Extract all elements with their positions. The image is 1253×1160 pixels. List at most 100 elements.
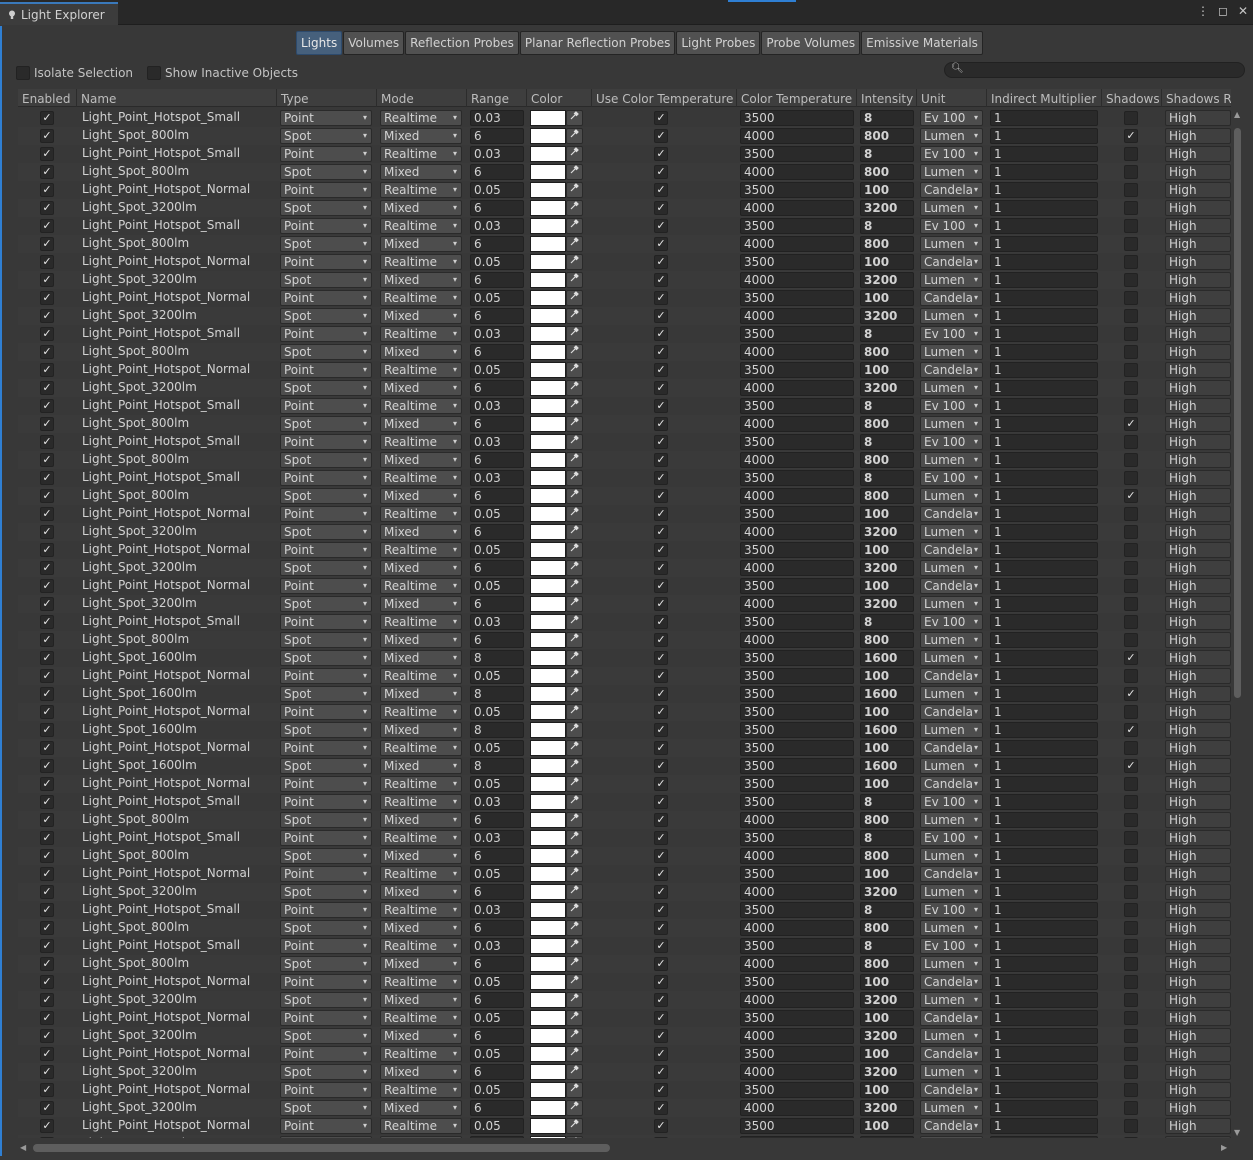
- horizontal-scroll-thumb[interactable]: [33, 1144, 610, 1152]
- shadow-resolution-dropdown[interactable]: High: [1165, 848, 1231, 864]
- unit-dropdown[interactable]: Candela ▾: [920, 1118, 983, 1134]
- unit-dropdown[interactable]: Ev 100 ▾: [920, 146, 983, 162]
- unit-dropdown[interactable]: Lumen ▾: [920, 920, 983, 936]
- table-row[interactable]: ✓ Light_Spot_3200lm Spot ▾ Mixed ▾ 6 ✓ 4000 3200 L…: [18, 1063, 1231, 1081]
- shadows-checkbox[interactable]: [1124, 633, 1138, 647]
- indirect-multiplier-field[interactable]: 1: [990, 308, 1098, 324]
- intensity-field[interactable]: 100: [860, 776, 914, 792]
- type-dropdown[interactable]: Point ▾: [280, 326, 372, 342]
- table-row[interactable]: ✓ Light_Spot_3200lm Spot ▾ Mixed ▾ 6 ✓ 4000 3200 L…: [18, 1135, 1231, 1138]
- shadows-checkbox[interactable]: [1124, 669, 1138, 683]
- eyedropper-icon[interactable]: [566, 128, 583, 144]
- unit-dropdown[interactable]: Lumen ▾: [920, 812, 983, 828]
- intensity-field[interactable]: 3200: [860, 524, 914, 540]
- eyedropper-icon[interactable]: [566, 326, 583, 342]
- type-dropdown[interactable]: Spot ▾: [280, 1028, 372, 1044]
- shadows-checkbox[interactable]: [1124, 957, 1138, 971]
- type-dropdown[interactable]: Spot ▾: [280, 992, 372, 1008]
- light-name[interactable]: Light_Point_Hotspot_Normal: [82, 361, 250, 379]
- shadows-checkbox[interactable]: [1124, 561, 1138, 575]
- type-dropdown[interactable]: Point ▾: [280, 290, 372, 306]
- range-field[interactable]: 6: [470, 524, 524, 540]
- shadow-resolution-dropdown[interactable]: High: [1165, 614, 1231, 630]
- intensity-field[interactable]: 800: [860, 812, 914, 828]
- shadows-checkbox[interactable]: [1124, 255, 1138, 269]
- light-name[interactable]: Light_Point_Hotspot_Normal: [82, 775, 250, 793]
- shadow-resolution-dropdown[interactable]: High: [1165, 1118, 1231, 1134]
- indirect-multiplier-field[interactable]: 1: [990, 452, 1098, 468]
- type-dropdown[interactable]: Spot ▾: [280, 236, 372, 252]
- shadow-resolution-dropdown[interactable]: High: [1165, 380, 1231, 396]
- use-color-temperature-checkbox[interactable]: ✓: [654, 723, 668, 737]
- shadows-checkbox[interactable]: ✓: [1124, 651, 1138, 665]
- unit-dropdown[interactable]: Candela ▾: [920, 290, 983, 306]
- unit-dropdown[interactable]: Candela ▾: [920, 578, 983, 594]
- color-swatch[interactable]: [530, 1136, 566, 1138]
- light-name[interactable]: Light_Point_Hotspot_Normal: [82, 1081, 250, 1099]
- intensity-field[interactable]: 3200: [860, 380, 914, 396]
- column-header-name[interactable]: Name: [77, 89, 277, 107]
- shadows-checkbox[interactable]: [1124, 885, 1138, 899]
- enabled-checkbox[interactable]: ✓: [40, 579, 54, 593]
- shadow-resolution-dropdown[interactable]: High: [1165, 362, 1231, 378]
- eyedropper-icon[interactable]: [566, 560, 583, 576]
- light-name[interactable]: Light_Spot_3200lm: [82, 199, 197, 217]
- light-name[interactable]: Light_Point_Hotspot_Normal: [82, 739, 250, 757]
- use-color-temperature-checkbox[interactable]: ✓: [654, 795, 668, 809]
- eyedropper-icon[interactable]: [566, 470, 583, 486]
- color-temperature-field[interactable]: 3500: [740, 1082, 854, 1098]
- intensity-field[interactable]: 800: [860, 344, 914, 360]
- type-dropdown[interactable]: Spot ▾: [280, 812, 372, 828]
- mode-dropdown[interactable]: Mixed ▾: [380, 848, 462, 864]
- color-swatch[interactable]: [530, 1010, 566, 1026]
- use-color-temperature-checkbox[interactable]: ✓: [654, 147, 668, 161]
- shadow-resolution-dropdown[interactable]: High: [1165, 326, 1231, 342]
- search-input[interactable]: 🔍︎: [944, 62, 1245, 78]
- type-dropdown[interactable]: Spot ▾: [280, 1064, 372, 1080]
- intensity-field[interactable]: 100: [860, 1082, 914, 1098]
- mode-dropdown[interactable]: Mixed ▾: [380, 1100, 462, 1116]
- color-temperature-field[interactable]: 3500: [740, 902, 854, 918]
- indirect-multiplier-field[interactable]: 1: [990, 182, 1098, 198]
- indirect-multiplier-field[interactable]: 1: [990, 866, 1098, 882]
- shadow-resolution-dropdown[interactable]: High: [1165, 524, 1231, 540]
- range-field[interactable]: 0.05: [470, 668, 524, 684]
- color-temperature-field[interactable]: 4000: [740, 1136, 854, 1138]
- type-dropdown[interactable]: Point ▾: [280, 704, 372, 720]
- color-temperature-field[interactable]: 4000: [740, 236, 854, 252]
- column-header-range[interactable]: Range: [467, 89, 527, 107]
- unit-dropdown[interactable]: Candela ▾: [920, 1082, 983, 1098]
- use-color-temperature-checkbox[interactable]: ✓: [654, 813, 668, 827]
- enabled-checkbox[interactable]: ✓: [40, 543, 54, 557]
- intensity-field[interactable]: 3200: [860, 1028, 914, 1044]
- range-field[interactable]: 0.05: [470, 866, 524, 882]
- light-name[interactable]: Light_Spot_800lm: [82, 919, 189, 937]
- color-temperature-field[interactable]: 4000: [740, 308, 854, 324]
- light-name[interactable]: Light_Point_Hotspot_Small: [82, 937, 240, 955]
- shadows-checkbox[interactable]: [1124, 507, 1138, 521]
- light-name[interactable]: Light_Spot_3200lm: [82, 1135, 197, 1138]
- shadows-checkbox[interactable]: ✓: [1124, 723, 1138, 737]
- table-row[interactable]: ✓ Light_Point_Hotspot_Normal Point ▾ Realtim…: [18, 739, 1231, 757]
- color-swatch[interactable]: [530, 344, 566, 360]
- scroll-right-icon[interactable]: ▶: [1221, 1143, 1227, 1152]
- indirect-multiplier-field[interactable]: 1: [990, 1118, 1098, 1134]
- intensity-field[interactable]: 100: [860, 254, 914, 270]
- color-temperature-field[interactable]: 3500: [740, 686, 854, 702]
- color-swatch[interactable]: [530, 902, 566, 918]
- use-color-temperature-checkbox[interactable]: ✓: [654, 309, 668, 323]
- color-swatch[interactable]: [530, 398, 566, 414]
- unit-dropdown[interactable]: Candela ▾: [920, 362, 983, 378]
- color-swatch[interactable]: [530, 830, 566, 846]
- eyedropper-icon[interactable]: [566, 920, 583, 936]
- table-row[interactable]: ✓ Light_Spot_3200lm Spot ▾ Mixed ▾ 6 ✓ 4000 3200 L…: [18, 523, 1231, 541]
- color-temperature-field[interactable]: 3500: [740, 470, 854, 486]
- color-temperature-field[interactable]: 3500: [740, 434, 854, 450]
- eyedropper-icon[interactable]: [566, 290, 583, 306]
- shadow-resolution-dropdown[interactable]: High: [1165, 740, 1231, 756]
- range-field[interactable]: 6: [470, 1136, 524, 1138]
- color-temperature-field[interactable]: 4000: [740, 992, 854, 1008]
- color-temperature-field[interactable]: 3500: [740, 722, 854, 738]
- intensity-field[interactable]: 800: [860, 848, 914, 864]
- mode-dropdown[interactable]: Mixed ▾: [380, 524, 462, 540]
